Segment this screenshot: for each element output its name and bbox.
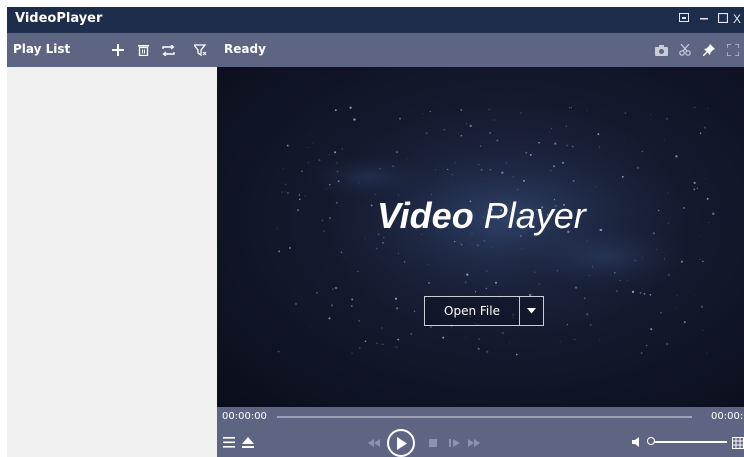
title-bar[interactable]: VideoPlayer X — [7, 7, 744, 33]
loop-icon[interactable] — [158, 40, 178, 60]
volume-slider[interactable] — [652, 441, 727, 443]
close-icon[interactable]: X — [733, 10, 744, 28]
fullscreen-icon[interactable] — [723, 40, 743, 60]
status-text: Ready — [224, 42, 266, 56]
playlist-label: Play List — [13, 42, 71, 56]
logo-word-player: Player — [483, 195, 586, 236]
screenshot-icon[interactable] — [651, 40, 671, 60]
minimize-icon[interactable] — [695, 10, 713, 28]
open-file-label[interactable]: Open File — [425, 297, 520, 325]
seek-bar[interactable] — [277, 416, 692, 418]
playlist-toggle-icon[interactable] — [222, 435, 236, 449]
play-icon — [396, 436, 407, 450]
settings-grid-icon[interactable] — [731, 436, 744, 449]
toolbar: Play List Ready — [7, 33, 744, 67]
time-elapsed: 00:00:00 — [222, 411, 267, 422]
play-button[interactable] — [387, 429, 415, 457]
fast-forward-icon[interactable] — [467, 437, 481, 449]
logo-word-video: Video — [377, 195, 474, 236]
delete-icon[interactable] — [133, 40, 153, 60]
playlist-panel[interactable] — [7, 67, 217, 457]
volume-slider-handle[interactable] — [647, 437, 655, 445]
next-frame-icon[interactable] — [447, 437, 461, 449]
time-total: 00:00:0 — [711, 411, 744, 422]
filter-icon[interactable] — [190, 40, 210, 60]
control-bar: 00:00:00 00:00:0 — [217, 407, 744, 457]
open-file-dropdown-icon[interactable] — [520, 297, 543, 325]
open-file-button[interactable]: Open File — [424, 296, 544, 326]
video-player-logo: Video Player — [377, 195, 586, 237]
rewind-icon[interactable] — [367, 437, 381, 449]
video-display[interactable]: Video Player Open File — [217, 67, 744, 407]
eject-icon[interactable] — [241, 435, 255, 449]
starfield-background — [276, 106, 717, 357]
mini-mode-icon[interactable] — [675, 10, 693, 28]
pin-icon[interactable] — [699, 40, 719, 60]
app-title: VideoPlayer — [15, 11, 103, 26]
volume-icon[interactable] — [631, 436, 643, 448]
add-icon[interactable] — [108, 40, 128, 60]
stop-icon[interactable] — [427, 437, 439, 449]
cut-icon[interactable] — [675, 40, 695, 60]
video-player-window: VideoPlayer X Play List Ready Video Play… — [7, 7, 744, 457]
maximize-icon[interactable] — [714, 10, 732, 28]
